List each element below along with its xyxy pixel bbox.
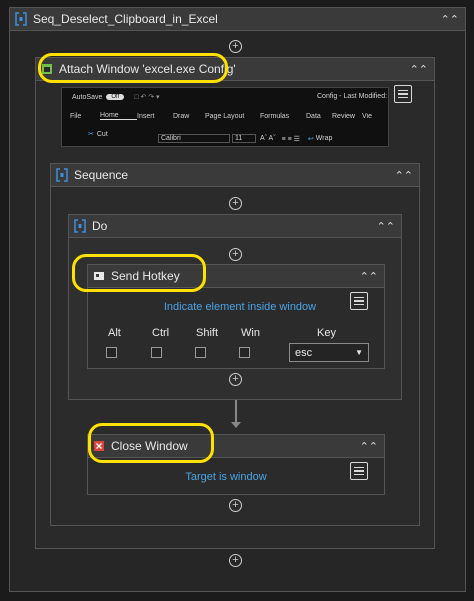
config-label: Config - Last Modified: — [317, 93, 388, 100]
collapse-icon[interactable]: ⌃⌃ — [377, 220, 395, 233]
shift-label: Shift — [196, 327, 219, 339]
alignment-icons: ≡ ≡ ☰ — [281, 135, 300, 143]
autosave-toggle[interactable]: Off — [106, 94, 125, 100]
win-label: Win — [241, 327, 260, 339]
attach-menu-icon[interactable] — [394, 85, 412, 103]
indicate-element-link[interactable]: Indicate element inside window — [120, 301, 360, 313]
win-checkbox[interactable] — [239, 347, 250, 358]
tab-insert[interactable]: Insert — [137, 113, 173, 120]
tab-page-layout[interactable]: Page Layout — [205, 113, 260, 120]
sequence-icon — [74, 219, 86, 233]
font-size-select[interactable]: 11 — [232, 134, 256, 143]
do-title: Do — [92, 219, 108, 233]
sequence-icon — [56, 168, 68, 182]
tab-file[interactable]: File — [70, 113, 100, 120]
highlight-attach — [38, 53, 228, 83]
collapse-icon[interactable]: ⌃⌃ — [441, 13, 459, 26]
ctrl-label: Ctrl — [152, 327, 170, 339]
alt-checkbox[interactable] — [106, 347, 117, 358]
highlight-hotkey — [72, 254, 206, 292]
tab-review[interactable]: Review — [332, 113, 362, 120]
autosave-label: AutoSave — [72, 93, 103, 101]
cut-icon: ✂ — [88, 131, 94, 138]
tab-formulas[interactable]: Formulas — [260, 113, 306, 120]
ribbon-tabs: File Home Insert Draw Page Layout Formul… — [70, 112, 376, 120]
connector-arrow-icon — [231, 422, 241, 428]
collapse-icon[interactable]: ⌃⌃ — [410, 63, 428, 76]
font-grow-icons: Aˆ Aˇ — [260, 135, 276, 142]
add-activity-icon[interactable]: + — [229, 499, 242, 512]
collapse-icon[interactable]: ⌃⌃ — [360, 440, 378, 453]
quick-access-icons: □ ↶ ↷ ▾ — [134, 94, 160, 101]
highlight-close — [88, 423, 214, 463]
add-activity-icon[interactable]: + — [229, 248, 242, 261]
sequence-header[interactable]: Sequence ⌃⌃ — [51, 164, 419, 187]
add-activity-icon[interactable]: + — [229, 197, 242, 210]
sequence-title: Sequence — [74, 168, 129, 182]
hotkey-menu-icon[interactable] — [350, 292, 368, 310]
chevron-down-icon: ▼ — [355, 348, 363, 357]
tab-data[interactable]: Data — [306, 113, 332, 120]
excel-preview[interactable]: AutoSave Off □ ↶ ↷ ▾ Config - Last Modif… — [61, 87, 389, 147]
outer-header[interactable]: Seq_Deselect_Clipboard_in_Excel ⌃⌃ — [10, 8, 465, 31]
wrap-label[interactable]: Wrap — [316, 135, 333, 142]
key-value: esc — [295, 346, 313, 359]
font-select[interactable]: Calibri — [158, 134, 230, 143]
wrap-icon: ↩ — [307, 135, 314, 143]
tab-home[interactable]: Home — [100, 112, 137, 120]
close-menu-icon[interactable] — [350, 462, 368, 480]
ctrl-checkbox[interactable] — [151, 347, 162, 358]
tab-view[interactable]: Vie — [362, 113, 376, 120]
sequence-icon — [15, 12, 27, 26]
key-select[interactable]: esc ▼ — [289, 343, 369, 362]
target-window-link[interactable]: Target is window — [120, 471, 332, 483]
add-activity-icon[interactable]: + — [229, 40, 242, 53]
outer-title: Seq_Deselect_Clipboard_in_Excel — [33, 12, 218, 26]
do-header[interactable]: Do ⌃⌃ — [69, 215, 401, 238]
alt-label: Alt — [108, 327, 121, 339]
shift-checkbox[interactable] — [195, 347, 206, 358]
tab-draw[interactable]: Draw — [173, 113, 205, 120]
cut-label[interactable]: Cut — [97, 131, 108, 138]
add-activity-icon[interactable]: + — [229, 554, 242, 567]
key-label: Key — [317, 327, 336, 339]
collapse-icon[interactable]: ⌃⌃ — [360, 270, 378, 283]
collapse-icon[interactable]: ⌃⌃ — [395, 169, 413, 182]
add-activity-icon[interactable]: + — [229, 373, 242, 386]
